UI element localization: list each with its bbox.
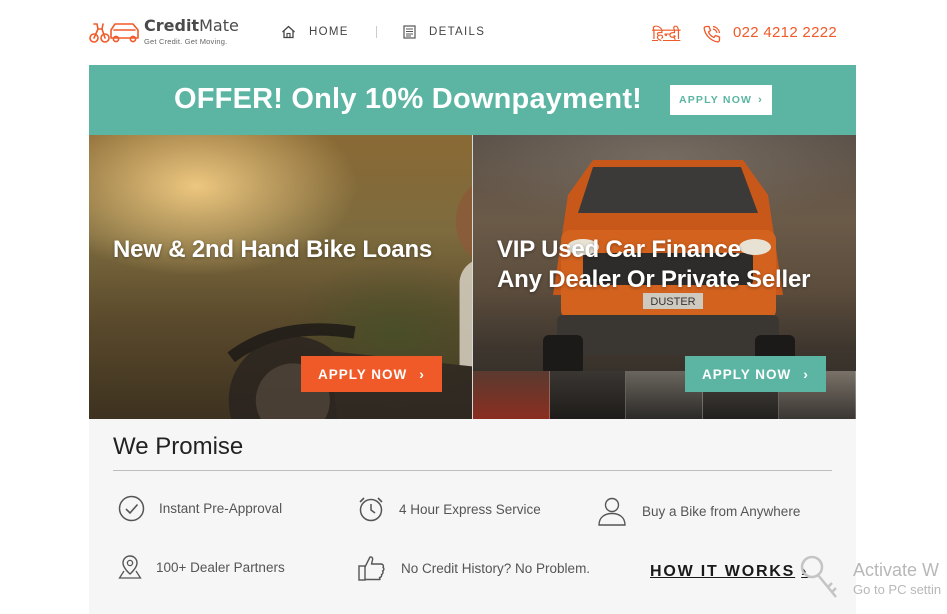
phone-icon [703,25,721,43]
feature-label: Buy a Bike from Anywhere [642,503,801,519]
feature-no-credit-history: No Credit History? No Problem. [357,553,590,583]
offer-apply-button[interactable]: APPLY NOW › [670,85,772,115]
car-finance-title-line2: Any Dealer Or Private Seller [497,266,811,293]
key-icon [800,555,837,598]
chevron-right-icon: › [419,366,425,382]
car-thumbnail [473,371,550,419]
user-icon [598,497,626,526]
bike-apply-label: APPLY NOW [318,366,408,382]
phone-number[interactable]: 022 4212 2222 [733,24,837,41]
nav-details[interactable]: DETAILS [403,25,485,39]
watermark-title: Activate W [853,560,940,580]
feature-label: No Credit History? No Problem. [401,560,591,576]
logo-tagline: Get Credit. Get Moving. [144,37,228,46]
feature-label: 100+ Dealer Partners [156,559,285,575]
feature-dealer-partners: 100+ Dealer Partners [118,554,285,580]
promise-divider [113,470,832,471]
document-icon [403,25,416,39]
feature-label: 4 Hour Express Service [399,501,541,517]
plate-text: DUSTER [650,296,695,308]
check-circle-icon [118,495,145,522]
car-apply-label: APPLY NOW [702,366,792,382]
feature-instant-approval: Instant Pre-Approval [118,495,282,522]
promise-section: We Promise Instant Pre-Approval 4 Hour E… [89,419,856,614]
logo-name: CreditMate [144,16,239,35]
car-finance-title: VIP Used Car Finance Any Dealer Or Priva… [497,235,810,295]
feature-buy-anywhere: Buy a Bike from Anywhere [596,495,800,527]
nav-divider [376,26,377,38]
logo-vehicles-icon [89,23,139,43]
car-thumbnail [549,371,627,419]
bike-loan-title: New & 2nd Hand Bike Loans [113,236,433,263]
promise-title: We Promise [113,433,244,460]
feature-label: Instant Pre-Approval [159,501,283,516]
nav-home-label: HOME [309,26,349,38]
offer-text: OFFER! Only 10% Downpayment! [174,83,643,115]
offer-apply-label: APPLY NOW [678,94,753,106]
alarm-clock-icon [359,497,383,522]
how-it-works-label: HOW IT WORKS [650,563,796,580]
car-finance-panel[interactable]: DUSTER VIP Used Car Finance Any Dealer O… [473,135,856,419]
chevron-right-icon: › [803,366,809,382]
bike-apply-button[interactable]: APPLY NOW › [301,356,442,392]
bike-loan-panel[interactable]: New & 2nd Hand Bike Loans APPLY NOW › [89,135,472,419]
activation-watermark: Activate W Go to PC settin [853,559,941,599]
feature-express-service: 4 Hour Express Service [357,495,541,523]
home-icon [282,25,295,39]
site-header: CreditMate Get Credit. Get Moving. HOME … [0,0,947,65]
nav-details-label: DETAILS [429,26,486,38]
car-apply-button[interactable]: APPLY NOW › [685,356,826,392]
car-finance-title-line1: VIP Used Car Finance [497,236,741,263]
chevron-right-icon: › [758,94,764,106]
thumbs-up-icon [358,556,385,581]
map-pin-icon [118,555,142,579]
watermark-subtitle: Go to PC settin [853,582,942,597]
language-link-hindi[interactable]: हिन्दी [652,24,680,44]
offer-banner: OFFER! Only 10% Downpayment! APPLY NOW › [89,65,856,135]
logo[interactable]: CreditMate Get Credit. Get Moving. [89,16,239,46]
how-it-works-link[interactable]: HOW IT WORKS › [650,563,808,581]
nav-home[interactable]: HOME [281,25,349,39]
